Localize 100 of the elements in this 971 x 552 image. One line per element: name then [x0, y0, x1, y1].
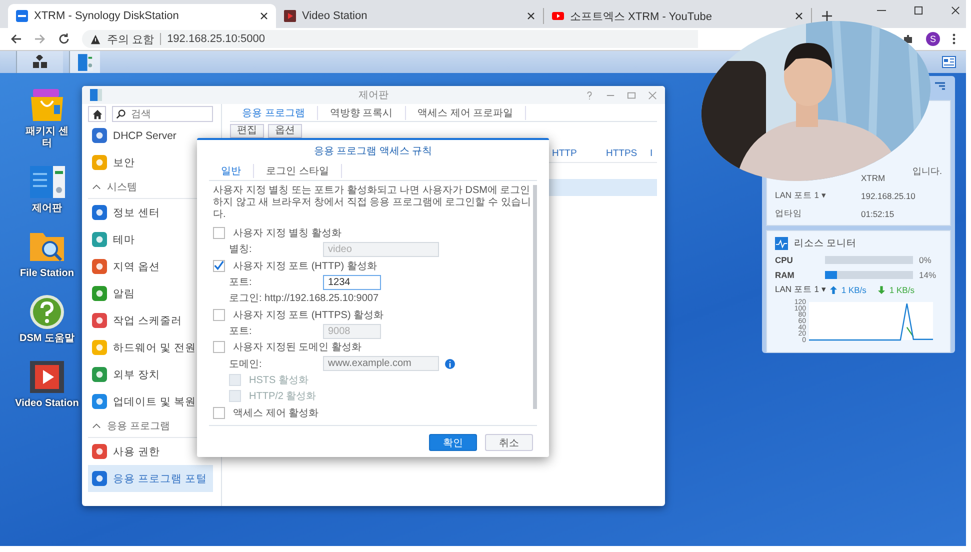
- film-icon[interactable]: [29, 359, 65, 395]
- download-arrow-icon: [878, 286, 886, 294]
- shopping-bag-icon[interactable]: [29, 87, 65, 123]
- cancel-button[interactable]: 취소: [485, 434, 533, 451]
- sidebar-item[interactable]: DHCP Server: [88, 122, 213, 149]
- search-field[interactable]: 검색: [112, 106, 213, 122]
- confirm-button[interactable]: 확인: [429, 434, 477, 451]
- close-icon[interactable]: [951, 6, 960, 15]
- maximize-icon[interactable]: [914, 6, 923, 15]
- toolbar-button[interactable]: 옵션: [268, 124, 302, 138]
- tab[interactable]: 응용 프로그램: [230, 106, 318, 120]
- taskbar-button[interactable]: [16, 51, 63, 73]
- checkbox[interactable]: [213, 227, 225, 240]
- field-label: 도메인:: [229, 358, 263, 371]
- tab[interactable]: 액세스 제어 프로파일: [406, 106, 526, 120]
- menu-icon[interactable]: [952, 33, 956, 45]
- back-icon[interactable]: [10, 33, 22, 45]
- meter-label: CPU: [775, 255, 794, 265]
- desktop-icon-label[interactable]: DSM 도움말: [10, 333, 84, 345]
- column-header[interactable]: I: [650, 148, 653, 158]
- warning-icon: [90, 34, 101, 44]
- address-bar[interactable]: 주의 요함 192.168.25.10:5000: [82, 30, 698, 48]
- panel-icon[interactable]: [29, 164, 65, 200]
- sidebar-item[interactable]: 사용 권한: [88, 438, 213, 465]
- info-label: LAN 포트 1 ▾: [775, 190, 828, 202]
- home-icon: [92, 108, 102, 120]
- window-title: 제어판: [358, 89, 388, 102]
- lan-label: LAN 포트 1 ▾: [775, 284, 826, 296]
- column-header[interactable]: HTTPS: [606, 148, 638, 158]
- close-icon[interactable]: [527, 12, 535, 20]
- profile-avatar[interactable]: S: [926, 32, 940, 46]
- film-icon: [284, 10, 296, 22]
- sidebar-item[interactable]: 하드웨어 및 전원: [88, 334, 213, 361]
- puzzle-icon[interactable]: [902, 33, 914, 45]
- field-label: 별칭:: [229, 243, 253, 256]
- reload-icon[interactable]: [58, 33, 70, 45]
- tab[interactable]: 로그인 스타일: [254, 164, 342, 178]
- app-icon: [92, 340, 107, 355]
- field-label: 포트:: [229, 276, 253, 290]
- checkbox-label[interactable]: 사용자 지정 포트 (HTTP) 활성화: [233, 258, 377, 273]
- status-text: 입니다.: [912, 165, 942, 178]
- app-icon: [16, 10, 28, 22]
- column-header[interactable]: HTTP: [552, 148, 577, 158]
- upload-speed: 1 KB/s: [841, 285, 866, 295]
- sidebar-item[interactable]: 외부 장치: [88, 361, 213, 388]
- app-icon: [92, 205, 107, 220]
- sidebar-item[interactable]: 작업 스케줄러: [88, 307, 213, 334]
- browser-tab[interactable]: Video Station: [276, 8, 544, 24]
- app-icon: [92, 313, 107, 328]
- section-header[interactable]: 응용 프로그램: [107, 419, 170, 433]
- security-label: 주의 요함: [107, 32, 154, 46]
- app-icon: [92, 128, 107, 143]
- info-value: 192.168.25.10: [861, 191, 916, 201]
- app-icon: [92, 394, 107, 409]
- tab[interactable]: 일반: [209, 164, 254, 178]
- widget-icon[interactable]: [942, 56, 956, 68]
- sidebar-item[interactable]: 업데이트 및 복원: [88, 388, 213, 415]
- desktop-icon-label[interactable]: 제어판: [25, 203, 69, 215]
- sidebar-item[interactable]: 지역 옵션: [88, 253, 213, 280]
- chevron-up-icon[interactable]: [92, 423, 101, 429]
- help-icon[interactable]: [29, 294, 65, 330]
- checkbox-label[interactable]: 사용자 지정된 도메인 활성화: [233, 340, 362, 354]
- close-icon[interactable]: [795, 12, 803, 20]
- app-icon: [92, 444, 107, 459]
- home-button[interactable]: [88, 106, 106, 122]
- checkbox[interactable]: [213, 406, 225, 419]
- app-icon: [92, 367, 107, 382]
- checkbox[interactable]: [213, 308, 225, 321]
- input-field[interactable]: 1234: [323, 274, 381, 290]
- checkbox-label[interactable]: 사용자 지정 별칭 활성화: [233, 226, 342, 240]
- checkbox-label[interactable]: 사용자 지정 포트 (HTTPS) 활성화: [233, 308, 384, 322]
- toolbar-button[interactable]: 편집: [230, 124, 264, 138]
- search-icon: [116, 109, 126, 119]
- panel-icon: [90, 89, 102, 101]
- login-url-text: 로그인: http://192.168.25.10:9007: [229, 292, 379, 306]
- download-speed: 1 KB/s: [889, 285, 914, 295]
- meter-reading: 0%: [919, 255, 932, 265]
- desktop-icon-label[interactable]: 패키지 센터: [25, 126, 69, 150]
- sidebar-item[interactable]: 테마: [88, 226, 213, 253]
- checkbox[interactable]: [213, 260, 225, 272]
- checkbox-label[interactable]: 액세스 제어 활성화: [233, 406, 319, 420]
- app-icon: [92, 259, 107, 274]
- meter-label: RAM: [775, 270, 796, 280]
- app-icon: [92, 286, 107, 301]
- desktop-icon-label[interactable]: Video Station: [10, 398, 84, 410]
- checkbox[interactable]: [213, 341, 225, 354]
- section-header[interactable]: 시스템: [107, 180, 137, 194]
- chevron-up-icon[interactable]: [92, 184, 101, 190]
- scrollbar[interactable]: [533, 185, 537, 409]
- sidebar-item[interactable]: 응용 프로그램 포털: [88, 465, 213, 492]
- sidebar-item[interactable]: 정보 센터: [88, 199, 213, 226]
- sidebar-item[interactable]: 알림: [88, 280, 213, 307]
- close-icon[interactable]: [260, 12, 268, 20]
- help-icon[interactable]: [585, 90, 594, 100]
- app-icon: [92, 471, 107, 486]
- browser-tab[interactable]: XTRM - Synology DiskStation: [8, 4, 276, 28]
- tab[interactable]: 역방향 프록시: [318, 106, 406, 120]
- desktop-icon-label[interactable]: File Station: [10, 268, 84, 280]
- new-tab-icon[interactable]: [822, 11, 832, 21]
- info-value: 01:52:15: [861, 209, 896, 219]
